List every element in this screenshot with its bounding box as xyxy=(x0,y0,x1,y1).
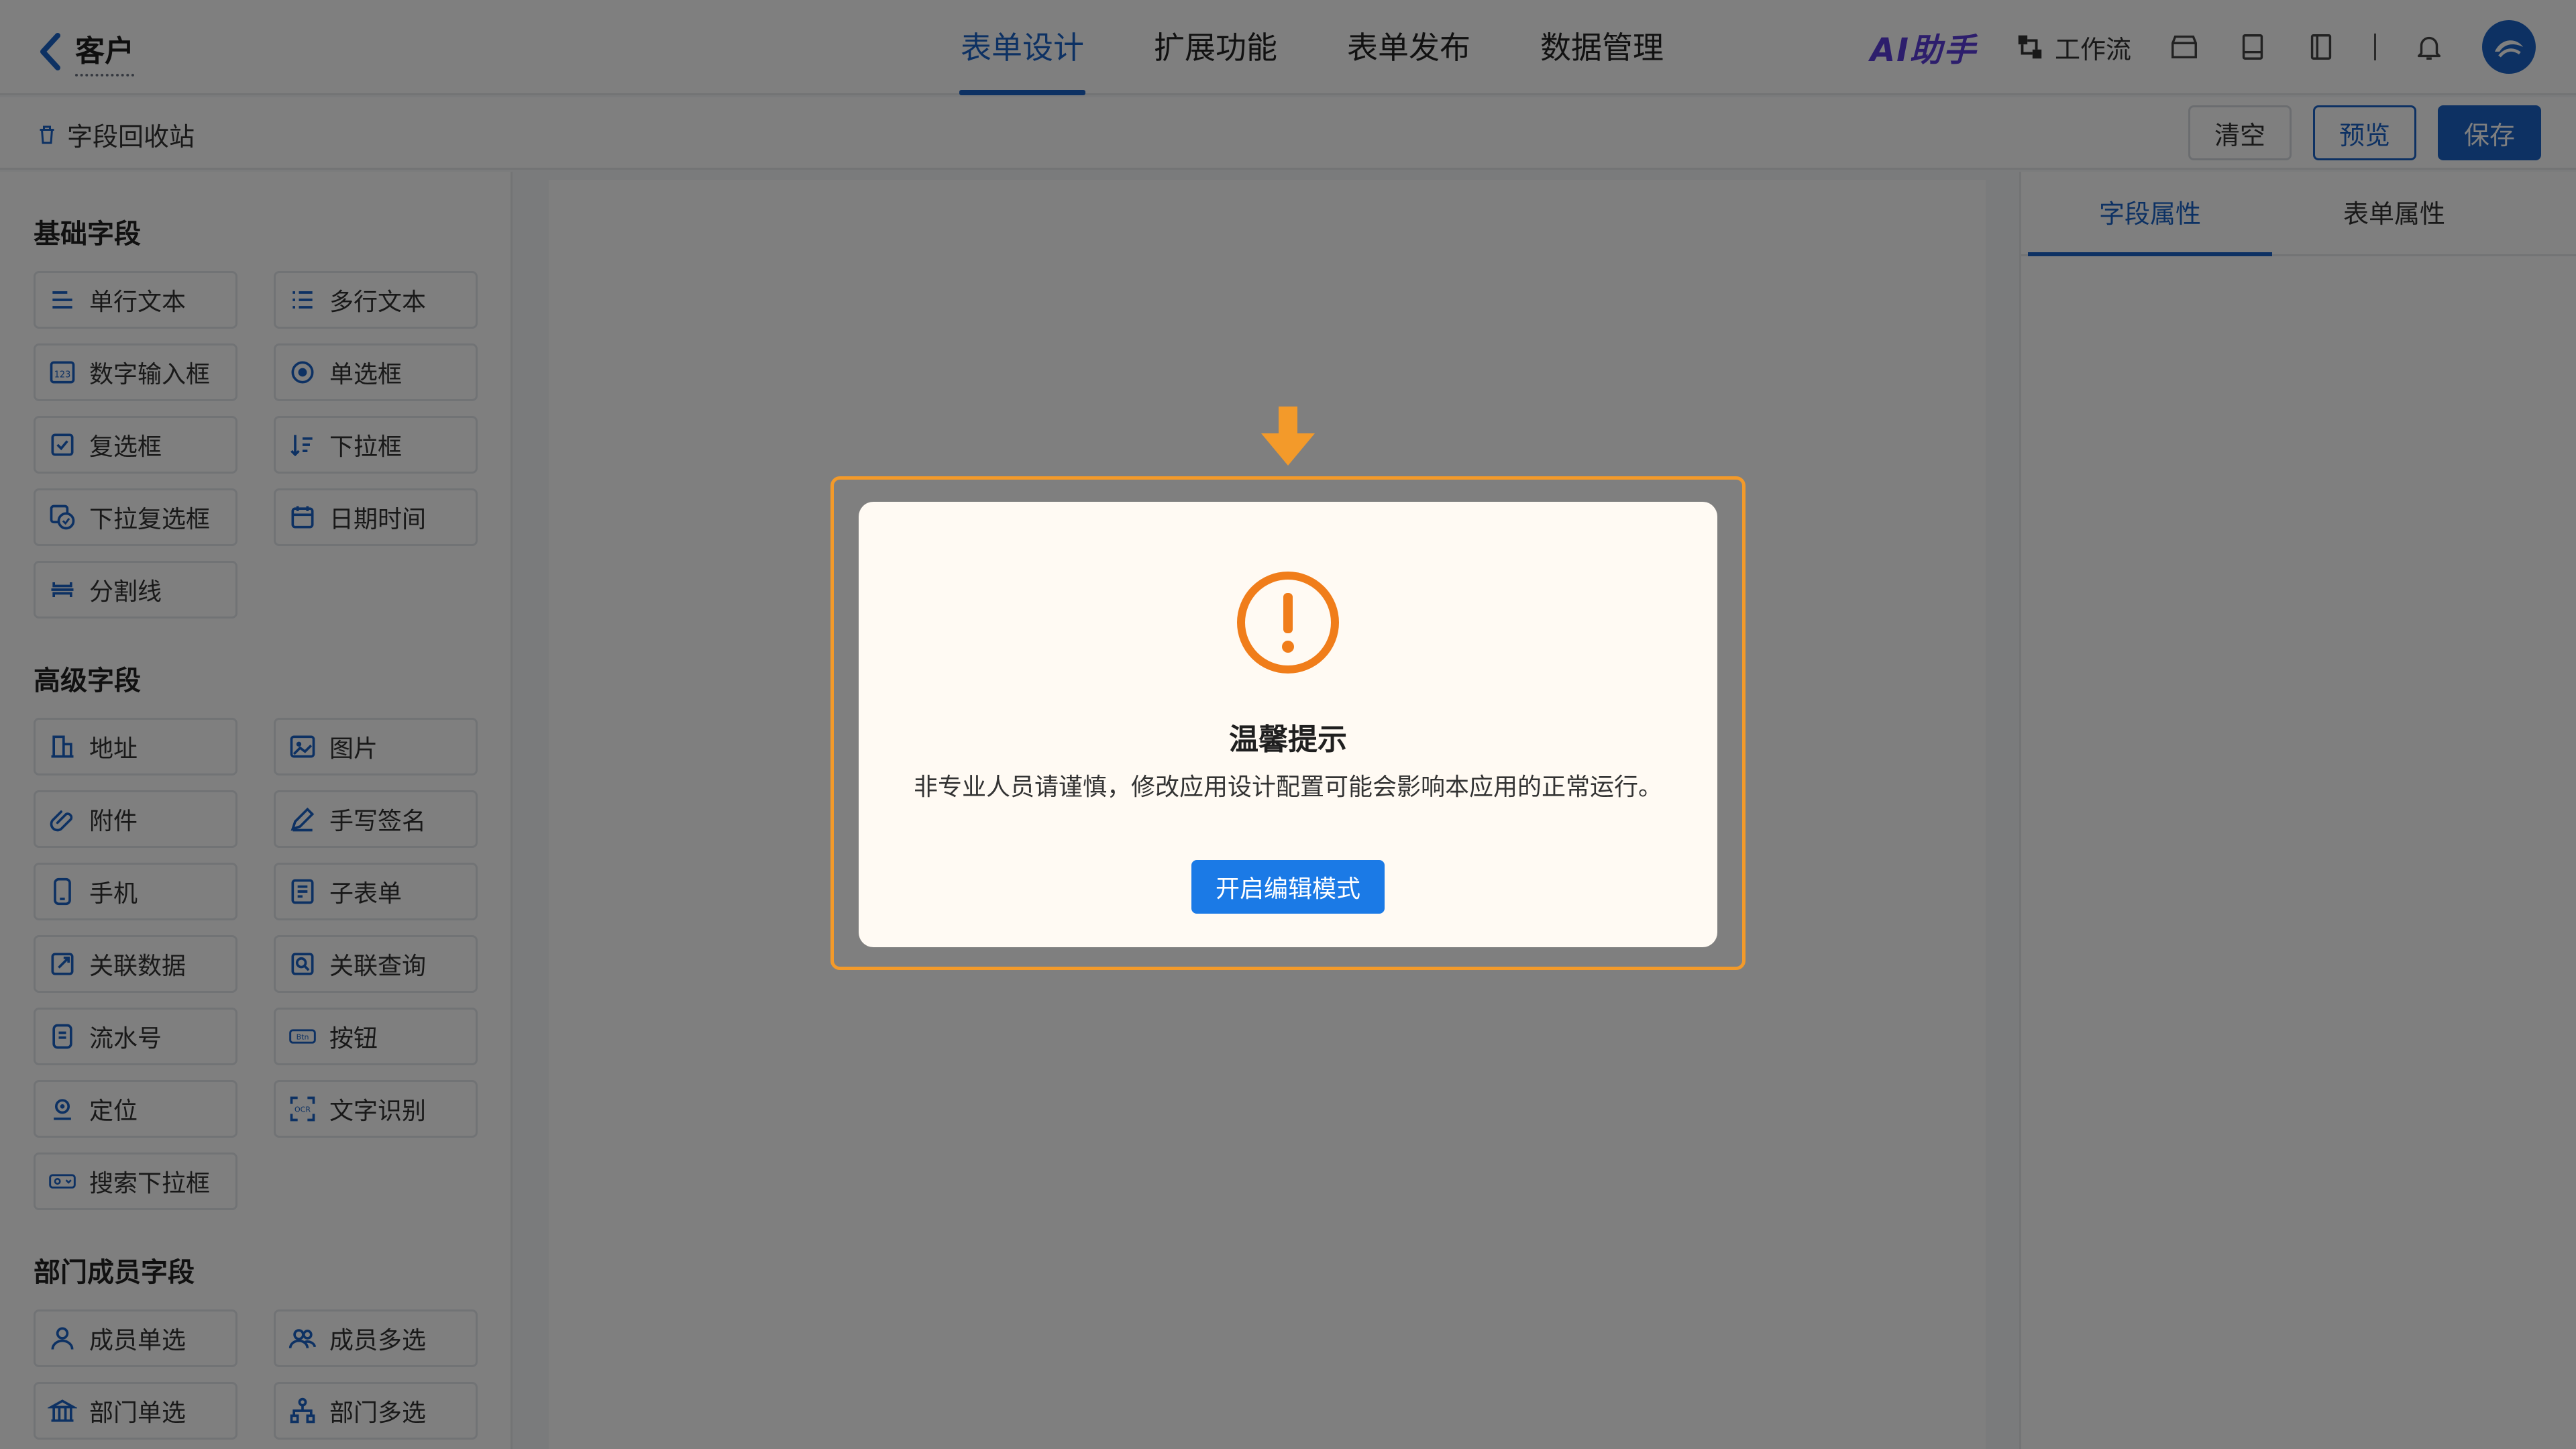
enable-edit-mode-button[interactable]: 开启编辑模式 xyxy=(1191,860,1385,914)
dialog-message: 非专业人员请谨慎，修改应用设计配置可能会影响本应用的正常运行。 xyxy=(913,773,1662,801)
warning-dialog: 温馨提示 非专业人员请谨慎，修改应用设计配置可能会影响本应用的正常运行。 开启编… xyxy=(859,502,1717,947)
dialog-title: 温馨提示 xyxy=(1229,722,1347,757)
arrow-down-icon xyxy=(1261,407,1315,466)
warning-icon xyxy=(1237,572,1339,674)
